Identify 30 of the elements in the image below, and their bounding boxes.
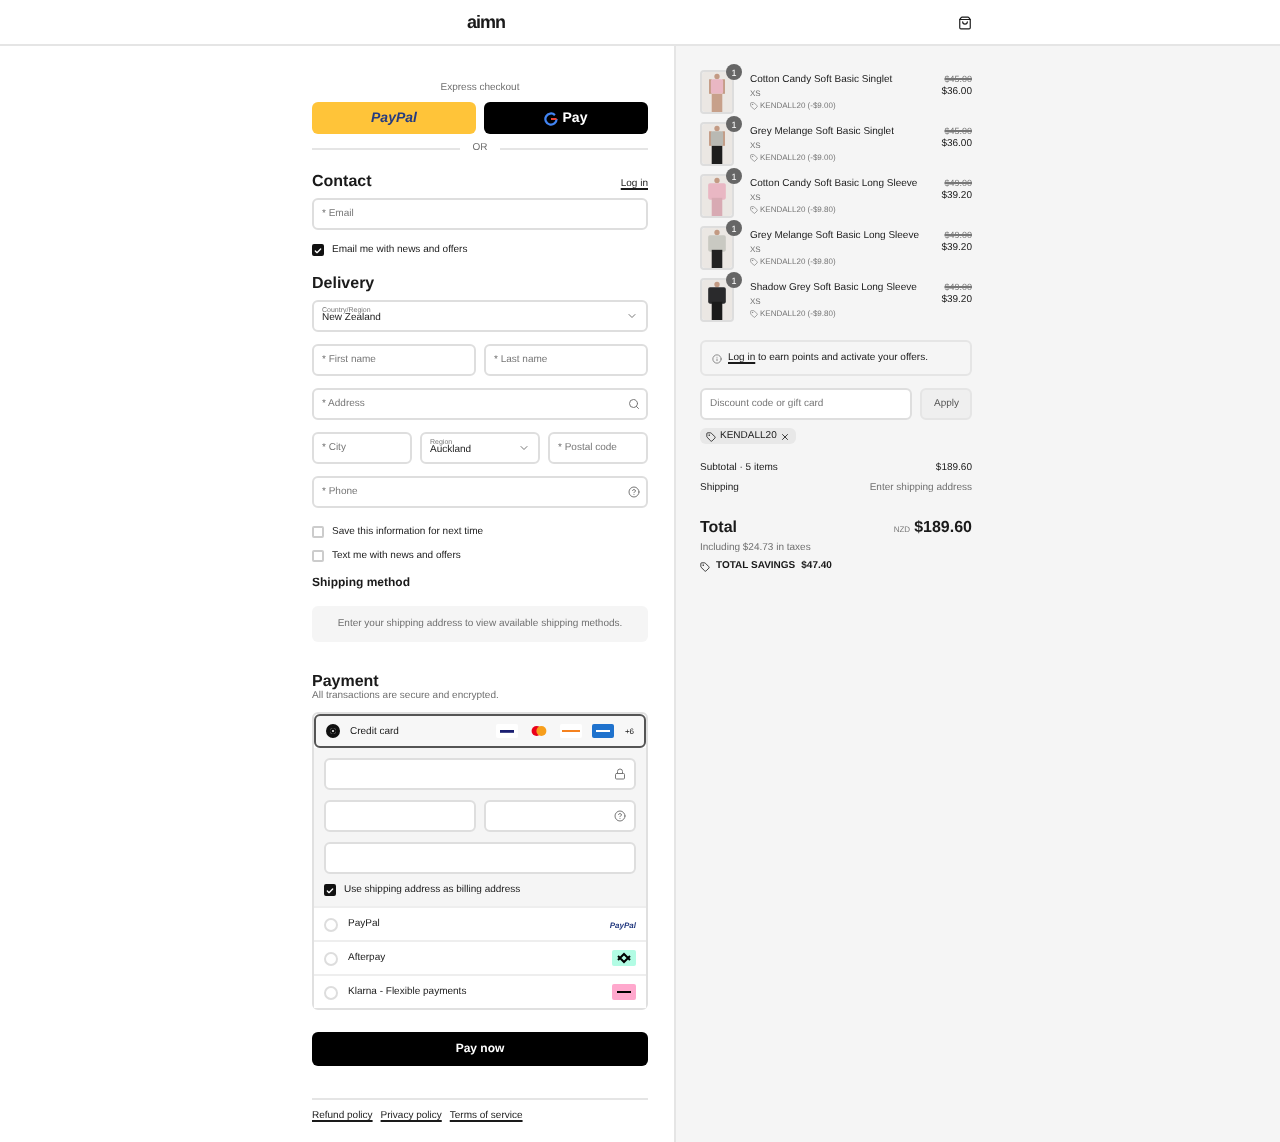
chevron-down-icon xyxy=(626,310,638,322)
name-on-card-field[interactable] xyxy=(324,842,636,874)
tag-icon xyxy=(706,431,716,441)
bag-icon[interactable] xyxy=(958,15,972,29)
store-logo[interactable]: aimn xyxy=(466,12,505,32)
tag-icon xyxy=(750,153,758,161)
section-title: Contact xyxy=(312,172,372,190)
total-value: $189.60 xyxy=(914,518,972,536)
expiry-field[interactable] xyxy=(324,800,476,832)
radio-button[interactable] xyxy=(326,724,340,738)
help-icon xyxy=(614,810,626,822)
checkbox[interactable] xyxy=(324,884,336,896)
section-title: Payment xyxy=(312,672,381,690)
tag-icon xyxy=(750,205,758,213)
chevron-down-icon xyxy=(518,442,530,454)
section-title: Delivery xyxy=(312,274,375,292)
lock-icon xyxy=(614,768,626,780)
tag-icon xyxy=(750,101,758,109)
security-code-field[interactable] xyxy=(484,800,636,832)
info-icon xyxy=(712,353,722,363)
google-g-icon xyxy=(544,111,559,125)
checkbox[interactable] xyxy=(312,244,324,256)
card-number-field[interactable] xyxy=(324,758,636,790)
help-icon xyxy=(628,486,640,498)
tag-icon xyxy=(750,309,758,317)
tag-icon xyxy=(750,257,758,265)
mastercard-icon xyxy=(528,724,551,738)
search-icon xyxy=(628,398,640,410)
tag-icon xyxy=(700,561,710,571)
total-label: Total xyxy=(700,518,738,536)
